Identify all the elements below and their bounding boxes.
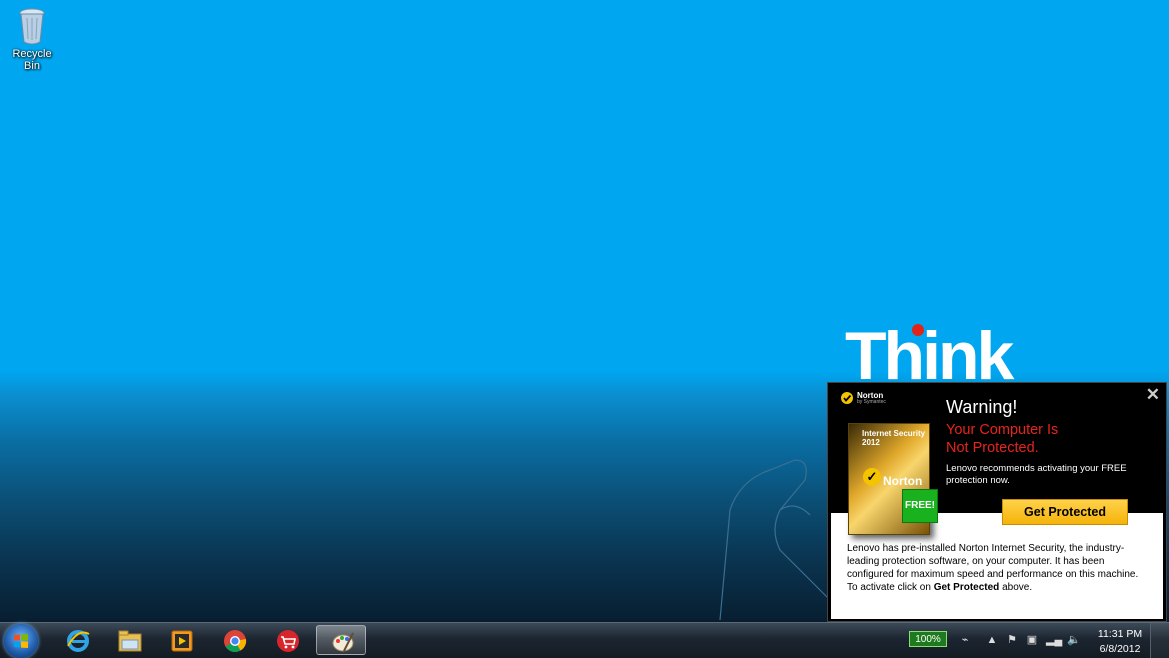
chrome-icon — [224, 630, 247, 652]
clock-time: 11:31 PM — [1097, 628, 1143, 640]
body-text-post: above. — [999, 582, 1033, 593]
norton-brand-sub: by Symantec — [857, 398, 886, 405]
taskbar-chrome-button[interactable] — [209, 625, 259, 655]
norton-logo: Norton by Symantec — [840, 391, 886, 405]
taskbar-shopping-button[interactable] — [262, 625, 312, 655]
taskbar-paint-button[interactable] — [316, 625, 366, 655]
think-red-dot — [912, 324, 924, 336]
taskbar-explorer-button[interactable] — [104, 625, 154, 655]
action-center-flag-icon[interactable]: ⚑ — [1005, 633, 1019, 647]
battery-indicator[interactable]: 100% — [909, 631, 947, 647]
windows-logo-icon — [14, 634, 28, 648]
wallpaper-line-art — [719, 459, 831, 620]
recycle-bin-icon — [19, 8, 45, 45]
network-signal-icon[interactable]: ▂▄ — [1046, 633, 1062, 647]
system-clock[interactable]: 11:31 PM 6/8/2012 — [1092, 627, 1148, 657]
desktop-icon-label: Recycle Bin — [12, 48, 52, 72]
shopping-cart-app-icon — [277, 630, 299, 652]
paint-app-icon — [332, 632, 354, 652]
norton-warning-popup: ✕ Norton by Symantec Internet Security 2… — [827, 382, 1167, 622]
start-button[interactable] — [4, 624, 38, 658]
product-check-icon: ✓ — [863, 468, 881, 486]
taskbar: 100% ⌁ ▲ ⚑ ▣ ▂▄ 🔈 11:31 PM 6/8/2012 — [0, 622, 1169, 658]
norton-check-icon — [841, 392, 853, 404]
popup-heading: Warning! — [946, 397, 1018, 417]
internet-explorer-icon — [67, 630, 90, 652]
clock-date: 6/8/2012 — [1099, 643, 1141, 655]
product-box-title: Internet Security 2012 — [862, 429, 926, 447]
popup-body-text: Lenovo has pre-installed Norton Internet… — [847, 542, 1147, 594]
device-manager-icon[interactable]: ▣ — [1025, 633, 1039, 647]
close-icon[interactable]: ✕ — [1146, 385, 1160, 405]
media-player-icon — [171, 630, 193, 652]
wallpaper-think-logo: Think — [845, 318, 1014, 394]
get-protected-button[interactable]: Get Protected — [1002, 499, 1128, 525]
alert-line-2: Not Protected. — [946, 440, 1039, 456]
taskbar-media-player-button[interactable] — [156, 625, 206, 655]
show-desktop-button[interactable] — [1150, 623, 1169, 658]
body-text-bold: Get Protected — [933, 582, 1000, 593]
power-manager-icon[interactable]: ⌁ — [958, 633, 972, 647]
alert-line-1: Your Computer Is — [946, 422, 1059, 438]
recommendation-text: Lenovo recommends activating your FREE p… — [946, 463, 1127, 486]
desktop-icon-recycle-bin[interactable]: Recycle Bin — [4, 6, 60, 72]
volume-icon[interactable]: 🔈 — [1067, 633, 1081, 647]
product-box-brand: Norton — [883, 474, 923, 488]
alert-text: Your Computer Is Not Protected. — [946, 421, 1146, 457]
file-explorer-icon — [118, 630, 142, 652]
taskbar-ie-button[interactable] — [52, 625, 102, 655]
show-hidden-icons-icon[interactable]: ▲ — [985, 633, 999, 647]
free-badge: FREE! — [902, 489, 938, 523]
